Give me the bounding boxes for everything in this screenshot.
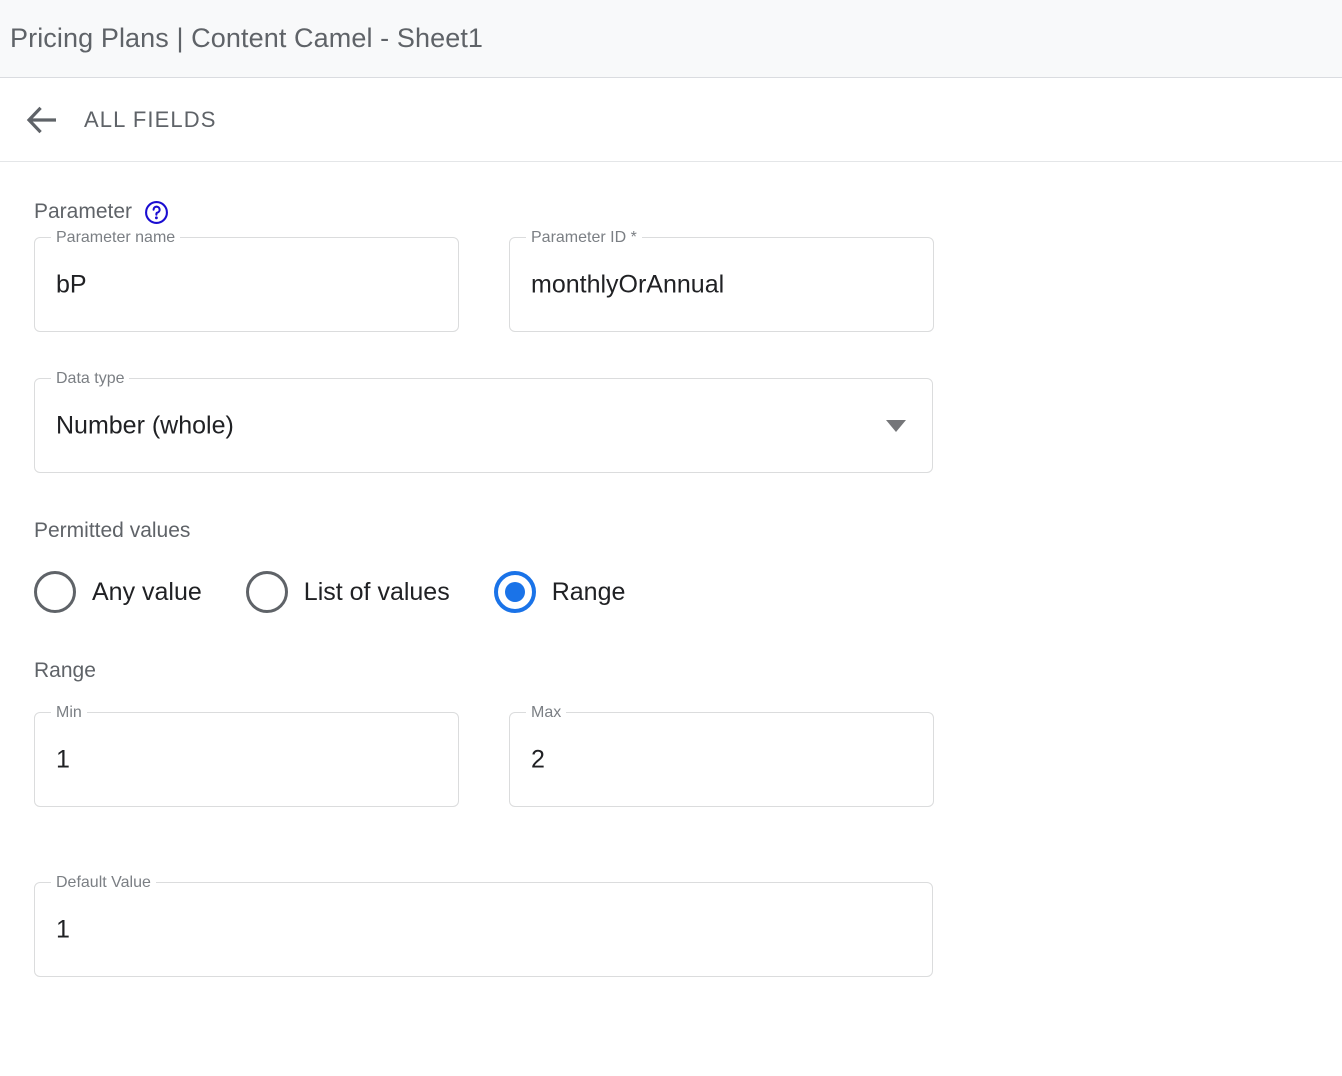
range-max-field[interactable]: Max 2: [509, 703, 934, 807]
parameter-id-value: monthlyOrAnnual: [531, 270, 725, 298]
range-max-label: Max: [526, 703, 567, 723]
radio-circle-icon: [34, 571, 76, 613]
data-type-value: Number (whole): [56, 411, 234, 439]
radio-option-range[interactable]: Range: [493, 571, 626, 613]
parameter-id-field[interactable]: Parameter ID * monthlyOrAnnual: [509, 228, 934, 332]
radio-label-list-of-values: List of values: [303, 577, 450, 606]
page-title: Pricing Plans | Content Camel - Sheet1: [10, 23, 484, 53]
range-min-label: Min: [51, 703, 87, 723]
arrow-left-icon[interactable]: [22, 100, 62, 140]
data-type-row: Data type Number (whole): [34, 369, 1308, 473]
range-heading: Range: [34, 659, 96, 682]
parameter-name-label: Parameter name: [51, 228, 181, 248]
default-value-field[interactable]: Default Value 1: [34, 873, 933, 977]
range-min-field[interactable]: Min 1: [34, 703, 459, 807]
permitted-values-radio-group: Any value List of values Range: [34, 571, 1308, 613]
range-min-value: 1: [56, 745, 70, 773]
data-type-select[interactable]: Data type Number (whole): [34, 369, 933, 473]
parameter-name-value: bP: [56, 270, 87, 298]
default-value-value: 1: [56, 915, 70, 943]
parameter-section-header: Parameter: [34, 162, 1308, 224]
radio-label-range: Range: [551, 577, 626, 606]
parameter-id-label: Parameter ID *: [526, 228, 642, 248]
permitted-values-heading: Permitted values: [34, 519, 191, 542]
default-value-label: Default Value: [51, 873, 156, 893]
range-max-value: 2: [531, 745, 545, 773]
range-fields-row: Min 1 Max 2: [34, 703, 1308, 807]
window-title-bar: Pricing Plans | Content Camel - Sheet1: [0, 0, 1342, 78]
radio-label-any-value: Any value: [92, 577, 202, 606]
parameter-heading: Parameter: [34, 200, 133, 223]
radio-option-any-value[interactable]: Any value: [34, 571, 202, 613]
radio-option-list-of-values[interactable]: List of values: [245, 571, 450, 613]
radio-circle-icon: [245, 571, 288, 613]
all-fields-label[interactable]: ALL FIELDS: [84, 107, 216, 133]
radio-circle-selected-icon: [493, 571, 536, 613]
parameter-fields-row: Parameter name bP Parameter ID * monthly…: [34, 228, 1308, 332]
all-fields-bar: ALL FIELDS: [0, 78, 1342, 162]
data-type-label: Data type: [51, 369, 130, 389]
parameter-name-field[interactable]: Parameter name bP: [34, 228, 459, 332]
chevron-down-icon[interactable]: [886, 419, 906, 432]
default-value-row: Default Value 1: [34, 873, 1308, 977]
help-circle-icon[interactable]: [144, 200, 169, 225]
parameter-form: Parameter Parameter name bP Parameter ID…: [0, 162, 1342, 977]
